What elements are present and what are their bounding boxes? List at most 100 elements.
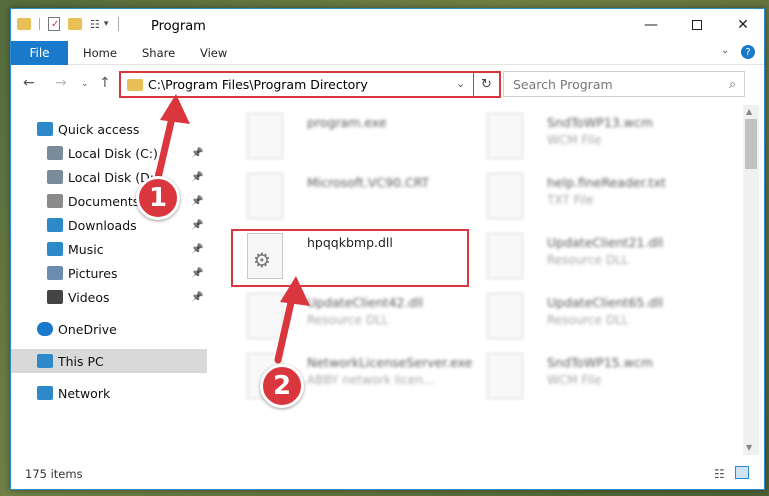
quick-access-toolbar: ✓ ☷ ▾	[17, 17, 120, 31]
pin-icon[interactable]: 📌	[191, 172, 203, 183]
tab-home[interactable]: Home	[83, 41, 117, 65]
pin-icon[interactable]: 📌	[191, 196, 203, 207]
minimize-icon: —	[644, 17, 658, 33]
file-item[interactable]: Microsoft.VC90.CRT	[231, 169, 471, 225]
file-item[interactable]: SndToWP15.wcm WCM File	[471, 349, 711, 405]
explorer-window: ✓ ☷ ▾ Program — ✕ File Home Share View ⌄…	[10, 8, 765, 490]
sidebar-item-local-disk-d[interactable]: Local Disk (D:) 📌	[11, 165, 207, 189]
file-item[interactable]: program.exe	[231, 109, 471, 165]
file-icon	[247, 113, 283, 159]
file-icon	[487, 113, 523, 159]
navigation-bar: ← → ⌄ ↑ C:\Program Files\Program Directo…	[11, 67, 764, 101]
search-input[interactable]: Search Program ⌕	[503, 71, 745, 97]
scroll-up-icon[interactable]: ▲	[746, 107, 752, 116]
navigation-pane: Quick access Local Disk (C:) 📌 Local Disk (…	[11, 105, 207, 455]
sidebar-item-videos[interactable]: Videos 📌	[11, 285, 207, 309]
file-name: help.fineReader.txt	[547, 175, 666, 190]
sidebar-item-downloads[interactable]: Downloads 📌	[11, 213, 207, 237]
file-type: Resource DLL	[307, 313, 389, 327]
sidebar-item-label: This PC	[58, 353, 104, 369]
pin-icon[interactable]: 📌	[191, 220, 203, 231]
address-path[interactable]: C:\Program Files\Program Directory	[148, 77, 368, 92]
pc-icon	[37, 354, 53, 368]
file-icon	[487, 353, 523, 399]
chevron-down-icon[interactable]: ▾	[104, 19, 109, 29]
close-button[interactable]: ✕	[720, 9, 766, 41]
recent-locations-icon[interactable]: ⌄	[81, 79, 89, 89]
pin-icon[interactable]: 📌	[191, 244, 203, 255]
file-icon	[487, 173, 523, 219]
sidebar-item-local-disk-c[interactable]: Local Disk (C:) 📌	[11, 141, 207, 165]
file-type: WCM File	[547, 373, 602, 387]
file-name: program.exe	[307, 115, 387, 130]
properties-icon[interactable]: ✓	[48, 17, 60, 31]
file-type: ABBY network licen...	[307, 373, 435, 387]
sidebar-item-network[interactable]: Network	[11, 381, 207, 405]
file-item[interactable]: UpdateClient65.dll Resource DLL	[471, 289, 711, 345]
star-icon	[37, 122, 53, 136]
expand-ribbon-icon[interactable]: ⌄	[721, 45, 729, 56]
documents-icon	[47, 194, 63, 208]
file-item[interactable]: SndToWP13.wcm WCM File	[471, 109, 711, 165]
sidebar-item-label: Videos	[68, 289, 110, 305]
file-type: TXT File	[547, 193, 594, 207]
file-name: Microsoft.VC90.CRT	[307, 175, 430, 190]
folder-icon	[127, 79, 143, 91]
music-icon	[47, 242, 63, 256]
sidebar-item-this-pc[interactable]: This PC	[11, 349, 207, 373]
tab-share[interactable]: Share	[142, 41, 175, 65]
details-view-icon[interactable]: ☷	[714, 467, 725, 481]
file-icon	[487, 293, 523, 339]
search-icon[interactable]: ⌕	[729, 77, 736, 92]
file-item[interactable]: UpdateClient21.dll Resource DLL	[471, 229, 711, 285]
file-name: UpdateClient42.dll	[307, 295, 424, 310]
tab-file[interactable]: File	[11, 41, 68, 65]
file-type: Resource DLL	[547, 313, 629, 327]
scroll-down-icon[interactable]: ▼	[746, 443, 752, 452]
drive-icon	[47, 146, 63, 160]
sidebar-item-pictures[interactable]: Pictures 📌	[11, 261, 207, 285]
window-title: Program	[151, 19, 206, 34]
file-icon	[247, 173, 283, 219]
pictures-icon	[47, 266, 63, 280]
customize-icon[interactable]: ☷	[90, 18, 100, 31]
sidebar-item-label: Network	[58, 385, 111, 401]
separator	[118, 17, 120, 31]
tab-view[interactable]: View	[200, 41, 227, 65]
address-bar[interactable]: C:\Program Files\Program Directory ⌄ ↻	[119, 71, 501, 98]
forward-button[interactable]: →	[55, 75, 67, 91]
scrollbar-thumb[interactable]	[745, 119, 757, 169]
sidebar-item-onedrive[interactable]: OneDrive	[11, 317, 207, 341]
sidebar-item-label: Music	[68, 241, 104, 257]
sidebar-item-music[interactable]: Music 📌	[11, 237, 207, 261]
pin-icon[interactable]: 📌	[191, 268, 203, 279]
folder-icon[interactable]	[17, 18, 31, 30]
chevron-down-icon[interactable]: ⌄	[456, 77, 465, 90]
close-icon: ✕	[737, 17, 749, 33]
new-folder-icon[interactable]	[68, 18, 82, 30]
vertical-scrollbar[interactable]: ▲ ▼	[743, 105, 759, 455]
file-item[interactable]: help.fineReader.txt TXT File	[471, 169, 711, 225]
file-type: Resource DLL	[547, 253, 629, 267]
file-name: SndToWP13.wcm	[547, 115, 653, 130]
sidebar-item-label: Pictures	[68, 265, 118, 281]
maximize-button[interactable]	[674, 9, 720, 41]
minimize-button[interactable]: —	[628, 9, 674, 41]
large-icons-view-icon[interactable]	[735, 466, 749, 479]
back-button[interactable]: ←	[23, 75, 35, 91]
refresh-icon[interactable]: ↻	[473, 73, 499, 96]
maximize-icon	[692, 20, 702, 30]
up-button[interactable]: ↑	[99, 75, 111, 91]
help-icon[interactable]: ?	[741, 45, 755, 59]
pin-icon[interactable]: 📌	[191, 148, 203, 159]
sidebar-item-quick-access[interactable]: Quick access	[11, 117, 207, 141]
file-type: WCM File	[547, 133, 602, 147]
pin-icon[interactable]: 📌	[191, 292, 203, 303]
title-bar: ✓ ☷ ▾ Program — ✕	[11, 9, 764, 41]
file-item[interactable]: UpdateClient42.dll Resource DLL	[231, 289, 471, 345]
sidebar-item-label: OneDrive	[58, 321, 117, 337]
file-icon	[487, 233, 523, 279]
network-icon	[37, 386, 53, 400]
file-highlight-box	[231, 229, 469, 287]
sidebar-item-label: Documents	[68, 193, 140, 209]
